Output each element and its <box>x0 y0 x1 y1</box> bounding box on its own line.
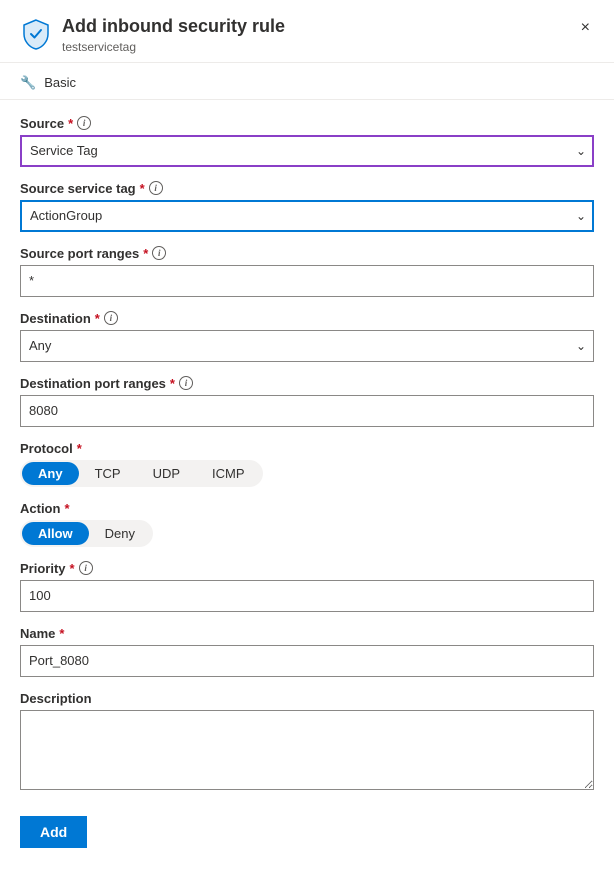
priority-required: * <box>70 561 75 576</box>
name-input[interactable]: Port_8080 <box>20 645 594 677</box>
shield-icon <box>20 18 52 50</box>
source-label: Source * i <box>20 116 594 131</box>
source-service-tag-group: Source service tag * i ActionGroup ApiMa… <box>20 181 594 232</box>
action-group: Action * Allow Deny <box>20 501 594 547</box>
destination-select-wrapper: Any IP Addresses Service Tag Application… <box>20 330 594 362</box>
close-button[interactable]: × <box>577 16 594 40</box>
name-required: * <box>59 626 64 641</box>
protocol-group: Protocol * Any TCP UDP ICMP <box>20 441 594 487</box>
action-required: * <box>64 501 69 516</box>
destination-label: Destination * i <box>20 311 594 326</box>
description-label: Description <box>20 691 594 706</box>
action-allow-button[interactable]: Allow <box>22 522 89 545</box>
form-body: Source * i Service Tag Any IP Addresses … <box>0 100 614 806</box>
destination-info-icon[interactable]: i <box>104 311 118 325</box>
source-service-tag-select-wrapper: ActionGroup ApiManagement AppService Azu… <box>20 200 594 232</box>
source-group: Source * i Service Tag Any IP Addresses … <box>20 116 594 167</box>
name-group: Name * Port_8080 <box>20 626 594 677</box>
protocol-toggle-group: Any TCP UDP ICMP <box>20 460 263 487</box>
panel: Add inbound security rule testservicetag… <box>0 0 614 869</box>
destination-select[interactable]: Any IP Addresses Service Tag Application… <box>20 330 594 362</box>
panel-subtitle: testservicetag <box>62 40 285 54</box>
source-service-tag-required: * <box>140 181 145 196</box>
header-text: Add inbound security rule testservicetag <box>62 16 285 54</box>
destination-group: Destination * i Any IP Addresses Service… <box>20 311 594 362</box>
source-port-ranges-label: Source port ranges * i <box>20 246 594 261</box>
action-label: Action * <box>20 501 594 516</box>
panel-title: Add inbound security rule <box>62 16 285 38</box>
wrench-icon: 🔧 <box>20 75 36 91</box>
source-select[interactable]: Service Tag Any IP Addresses My IP addre… <box>20 135 594 167</box>
description-textarea[interactable] <box>20 710 594 790</box>
add-button[interactable]: Add <box>20 816 87 848</box>
priority-info-icon[interactable]: i <box>79 561 93 575</box>
description-group: Description <box>20 691 594 790</box>
protocol-label: Protocol * <box>20 441 594 456</box>
source-select-wrapper: Service Tag Any IP Addresses My IP addre… <box>20 135 594 167</box>
priority-label: Priority * i <box>20 561 594 576</box>
protocol-udp-button[interactable]: UDP <box>137 462 196 485</box>
section-label: Basic <box>44 75 76 90</box>
destination-port-ranges-label: Destination port ranges * i <box>20 376 594 391</box>
source-port-required: * <box>143 246 148 261</box>
source-service-tag-label: Source service tag * i <box>20 181 594 196</box>
source-port-ranges-input[interactable]: * <box>20 265 594 297</box>
name-label: Name * <box>20 626 594 641</box>
protocol-tcp-button[interactable]: TCP <box>79 462 137 485</box>
priority-group: Priority * i 100 <box>20 561 594 612</box>
section-header: 🔧 Basic <box>0 63 614 100</box>
protocol-icmp-button[interactable]: ICMP <box>196 462 261 485</box>
destination-port-info-icon[interactable]: i <box>179 376 193 390</box>
source-port-ranges-group: Source port ranges * i * <box>20 246 594 297</box>
source-service-tag-info-icon[interactable]: i <box>149 181 163 195</box>
panel-header: Add inbound security rule testservicetag… <box>0 0 614 63</box>
protocol-any-button[interactable]: Any <box>22 462 79 485</box>
destination-port-ranges-input[interactable]: 8080 <box>20 395 594 427</box>
action-toggle-group: Allow Deny <box>20 520 153 547</box>
header-left: Add inbound security rule testservicetag <box>20 16 285 54</box>
destination-port-ranges-group: Destination port ranges * i 8080 <box>20 376 594 427</box>
source-port-info-icon[interactable]: i <box>152 246 166 260</box>
destination-port-required: * <box>170 376 175 391</box>
protocol-required: * <box>77 441 82 456</box>
destination-required: * <box>95 311 100 326</box>
action-deny-button[interactable]: Deny <box>89 522 151 545</box>
source-service-tag-select[interactable]: ActionGroup ApiManagement AppService Azu… <box>20 200 594 232</box>
source-info-icon[interactable]: i <box>77 116 91 130</box>
priority-input[interactable]: 100 <box>20 580 594 612</box>
source-required: * <box>68 116 73 131</box>
